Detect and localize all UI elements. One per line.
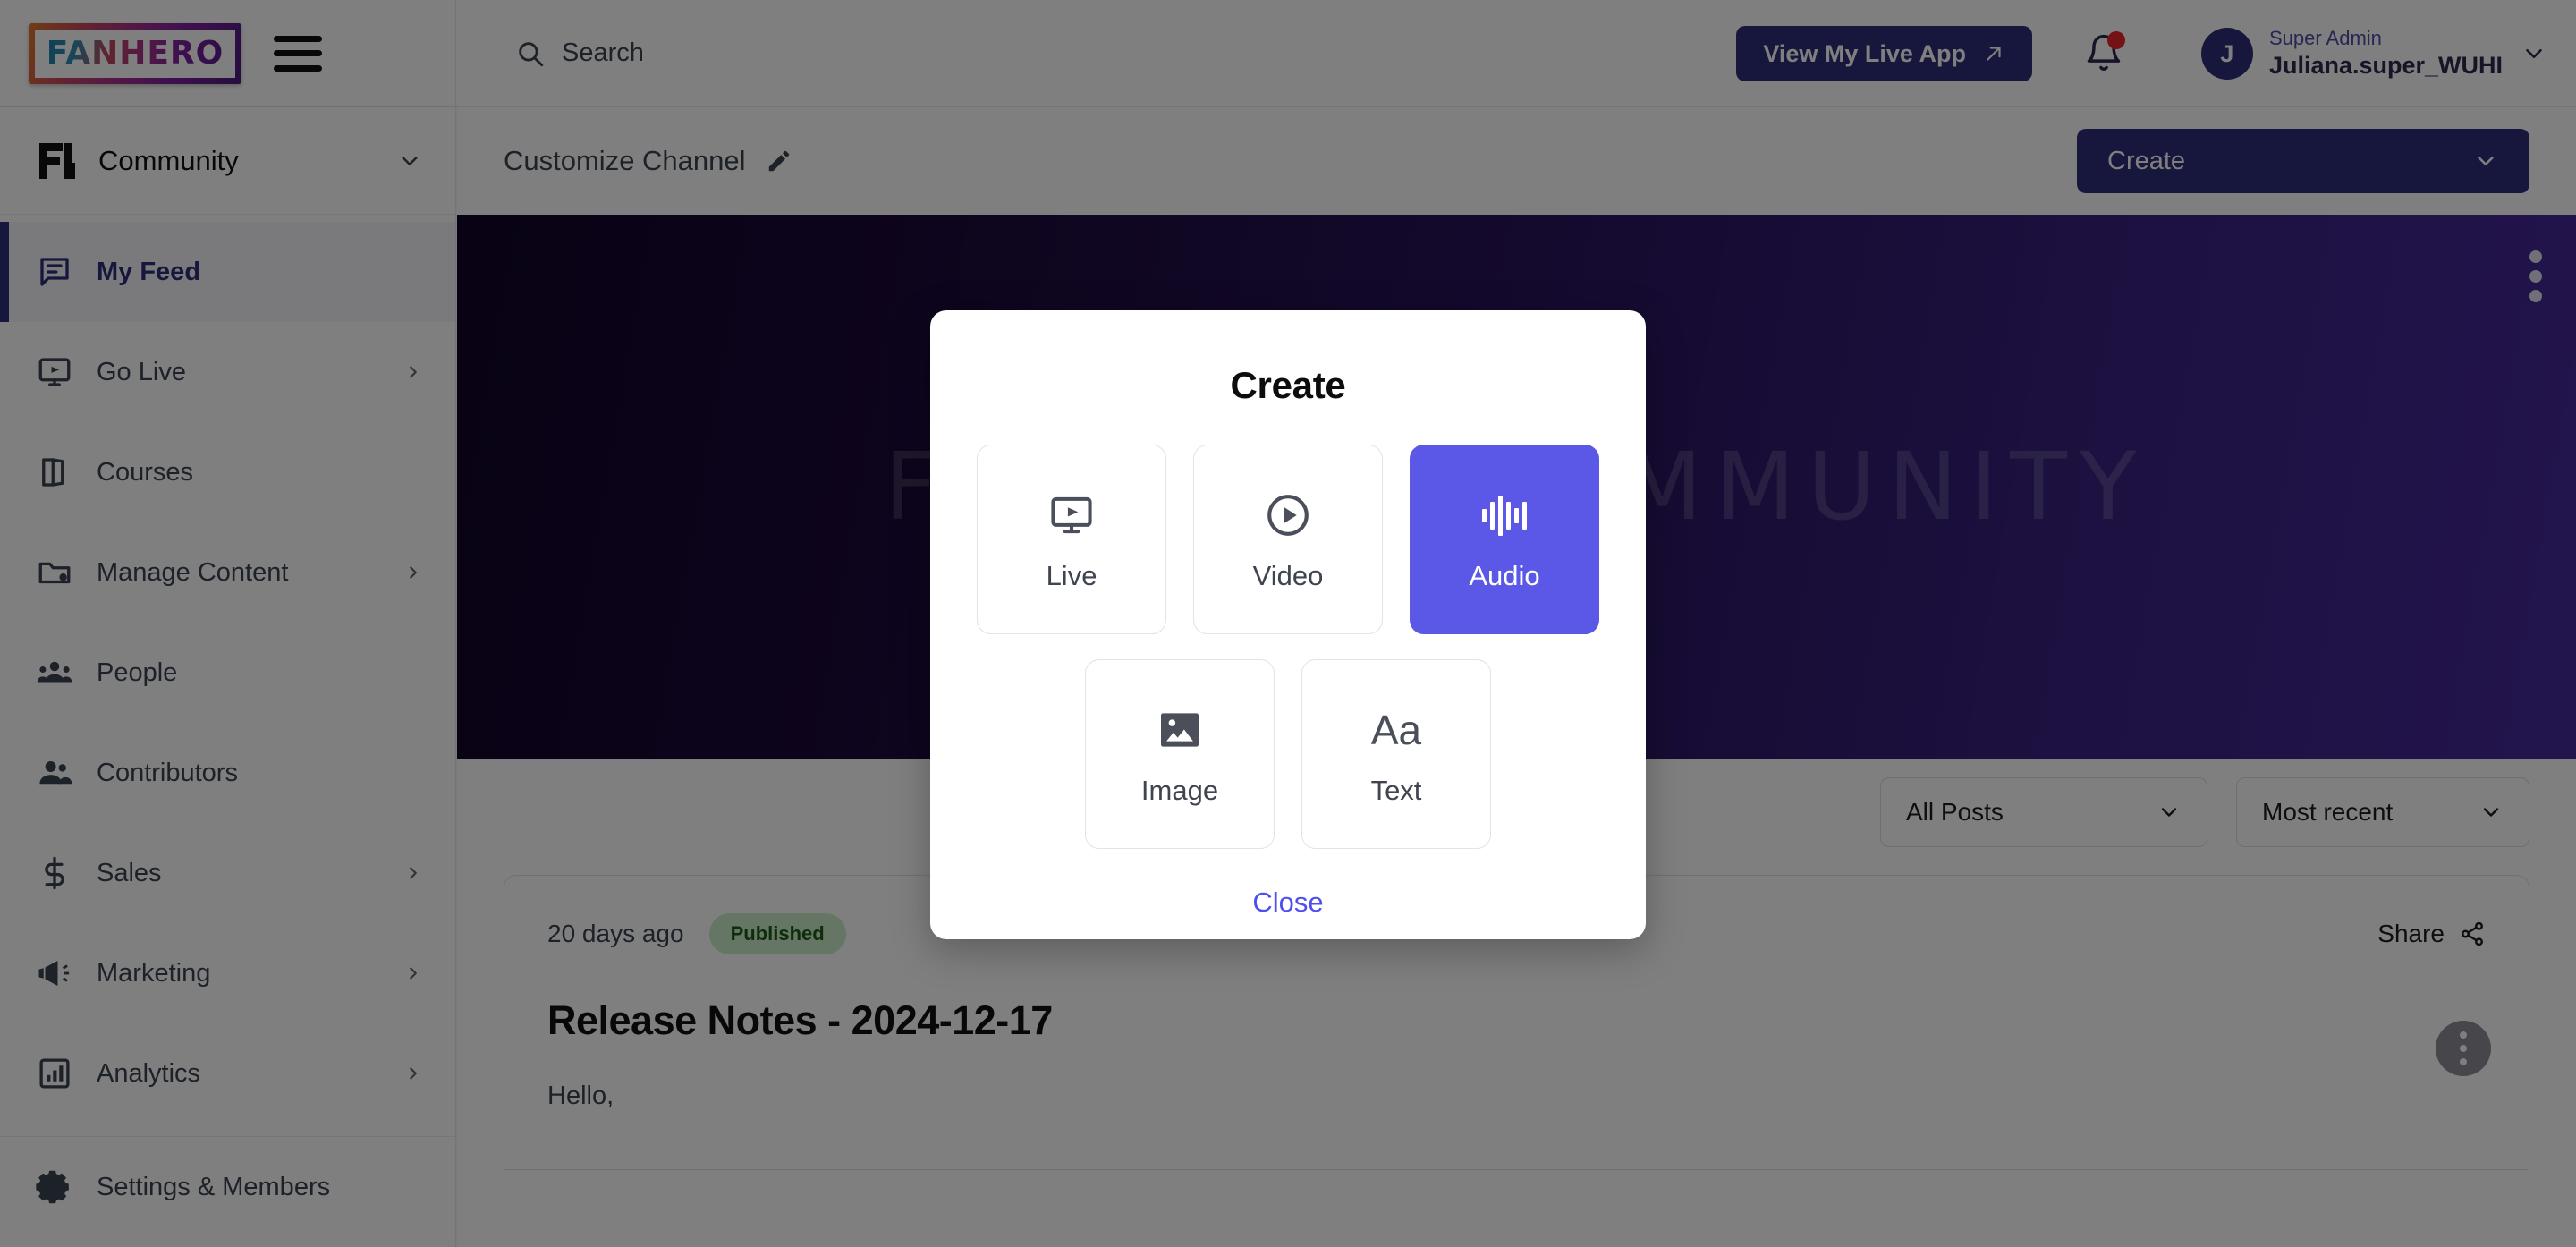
create-option-label: Live: [1046, 560, 1097, 591]
create-options-row-1: Live Video Audio: [977, 445, 1599, 634]
image-icon: [1155, 701, 1205, 759]
monitor-play-icon: [1046, 487, 1097, 544]
create-modal: Create Live Video Audio Image Aa Text Cl…: [930, 310, 1646, 939]
app-root: FANHERO Search View My Live App: [0, 0, 2576, 1247]
create-option-label: Text: [1370, 775, 1422, 806]
create-option-label: Audio: [1469, 560, 1540, 591]
play-circle-icon: [1262, 487, 1314, 544]
create-option-label: Video: [1252, 560, 1324, 591]
create-option-text[interactable]: Aa Text: [1301, 659, 1491, 849]
text-aa-icon: Aa: [1370, 707, 1422, 753]
close-button[interactable]: Close: [1252, 886, 1323, 919]
create-option-label: Image: [1140, 775, 1219, 806]
create-option-image[interactable]: Image: [1085, 659, 1275, 849]
create-options-row-2: Image Aa Text: [1085, 659, 1491, 849]
create-option-audio[interactable]: Audio: [1410, 445, 1599, 634]
create-option-video[interactable]: Video: [1193, 445, 1383, 634]
create-modal-title: Create: [1230, 364, 1346, 406]
audio-waveform-icon: [1477, 487, 1532, 544]
create-option-live[interactable]: Live: [977, 445, 1166, 634]
